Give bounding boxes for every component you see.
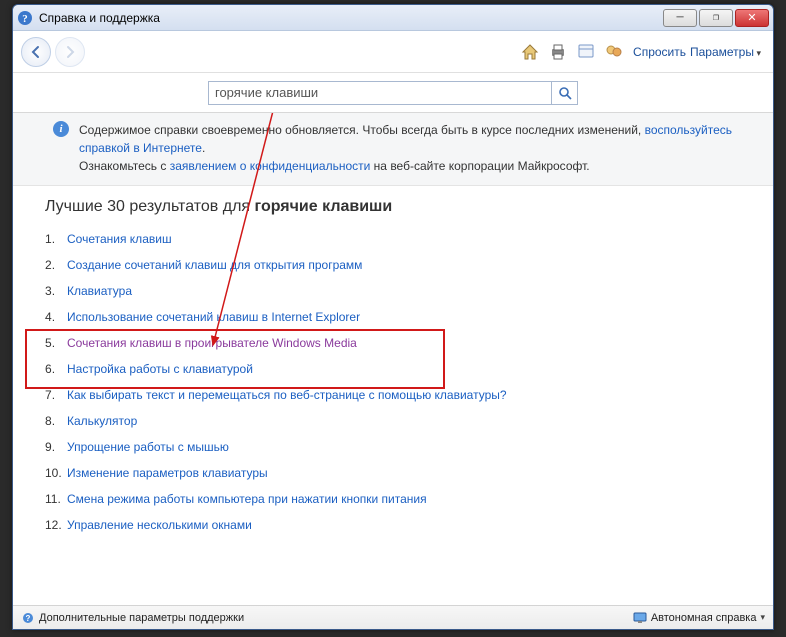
result-link-5[interactable]: Сочетания клавиш в проигрывателе Windows… [67, 336, 357, 350]
browse-icon[interactable] [575, 41, 597, 63]
result-item: Настройка работы с клавиатурой [45, 356, 741, 382]
info-text-3: на веб-сайте корпорации Майкрософт. [370, 159, 589, 173]
info-link-privacy[interactable]: заявлением о конфиденциальности [170, 159, 371, 173]
result-item: Сочетания клавиш [45, 226, 741, 252]
search-button[interactable] [551, 82, 577, 104]
result-item: Как выбирать текст и перемещаться по веб… [45, 382, 741, 408]
titlebar: ? Справка и поддержка [13, 5, 773, 31]
result-link-12[interactable]: Управление несколькими окнами [67, 518, 252, 532]
maximize-button[interactable] [699, 9, 733, 27]
result-item: Упрощение работы с мышью [45, 434, 741, 460]
monitor-icon [633, 611, 647, 625]
search-input[interactable] [209, 83, 551, 102]
result-item: Калькулятор [45, 408, 741, 434]
home-icon[interactable] [519, 41, 541, 63]
help-icon: ? [17, 10, 33, 26]
ask-icon[interactable] [603, 41, 625, 63]
print-icon[interactable] [547, 41, 569, 63]
status-help-mode[interactable]: Автономная справка [633, 611, 765, 625]
result-item: Смена режима работы компьютера при нажат… [45, 486, 741, 512]
status-more-options[interactable]: ? Дополнительные параметры поддержки [21, 611, 244, 625]
window-title: Справка и поддержка [39, 11, 663, 25]
result-link-4[interactable]: Использование сочетаний клавиш в Interne… [67, 310, 360, 324]
close-button[interactable] [735, 9, 769, 27]
content-area: i Содержимое справки своевременно обновл… [13, 113, 773, 605]
svg-text:?: ? [22, 13, 28, 25]
back-button[interactable] [21, 37, 51, 67]
ask-link[interactable]: Спросить [633, 45, 686, 59]
info-banner: i Содержимое справки своевременно обновл… [13, 113, 773, 186]
result-link-11[interactable]: Смена режима работы компьютера при нажат… [67, 492, 427, 506]
result-link-3[interactable]: Клавиатура [67, 284, 132, 298]
result-item: Управление несколькими окнами [45, 512, 741, 538]
result-link-1[interactable]: Сочетания клавиш [67, 232, 172, 246]
result-link-8[interactable]: Калькулятор [67, 414, 137, 428]
result-link-10[interactable]: Изменение параметров клавиатуры [67, 466, 268, 480]
settings-link[interactable]: Параметры [690, 45, 761, 59]
result-link-6[interactable]: Настройка работы с клавиатурой [67, 362, 253, 376]
info-text-1: Содержимое справки своевременно обновляе… [79, 123, 645, 137]
svg-text:?: ? [26, 614, 31, 623]
result-link-7[interactable]: Как выбирать текст и перемещаться по веб… [67, 388, 507, 402]
result-link-2[interactable]: Создание сочетаний клавиш для открытия п… [67, 258, 362, 272]
info-icon: i [53, 121, 69, 137]
statusbar: ? Дополнительные параметры поддержки Авт… [13, 605, 773, 629]
results-header: Лучшие 30 результатов для горячие клавиш… [45, 198, 741, 216]
forward-button[interactable] [55, 37, 85, 67]
result-item: Клавиатура [45, 278, 741, 304]
result-list: Сочетания клавиш Создание сочетаний клави… [45, 226, 741, 538]
result-item: Изменение параметров клавиатуры [45, 460, 741, 486]
info-text-2: Ознакомьтесь с [79, 159, 170, 173]
result-item: Использование сочетаний клавиш в Interne… [45, 304, 741, 330]
minimize-button[interactable] [663, 9, 697, 27]
toolbar: Спросить Параметры [13, 31, 773, 73]
results-query: горячие клавиши [255, 198, 393, 215]
result-item: Создание сочетаний клавиш для открытия п… [45, 252, 741, 278]
search-bar [13, 73, 773, 113]
gear-icon: ? [21, 611, 35, 625]
result-item: Сочетания клавиш в проигрывателе Windows… [45, 330, 741, 356]
result-link-9[interactable]: Упрощение работы с мышью [67, 440, 229, 454]
